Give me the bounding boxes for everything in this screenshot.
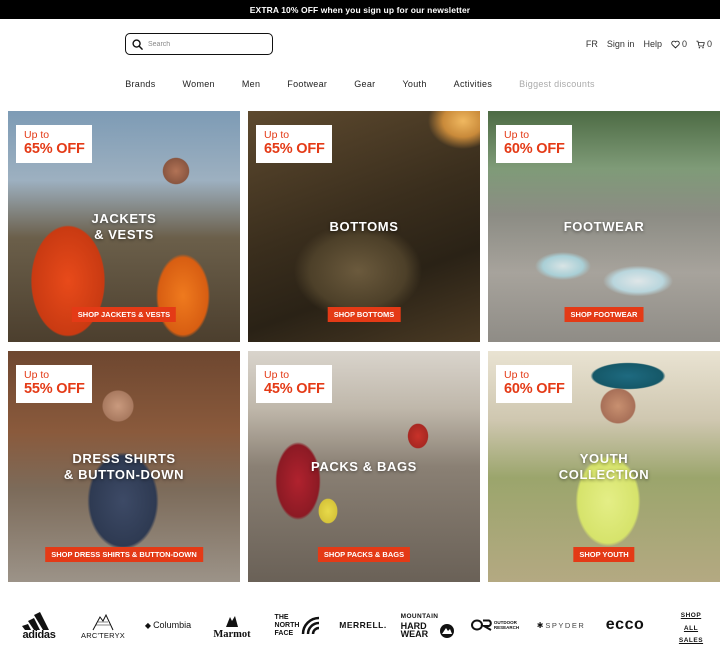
north-face-arc-icon bbox=[302, 616, 320, 635]
discount-badge: Up to 65% OFF bbox=[16, 125, 92, 163]
shop-packs-bags-button[interactable]: SHOP PACKS & BAGS bbox=[317, 547, 411, 562]
cart-count: 0 bbox=[706, 39, 712, 49]
wishlist-button[interactable]: 0 bbox=[671, 39, 687, 49]
discount-badge: Up to 55% OFF bbox=[16, 365, 92, 403]
nav-youth[interactable]: Youth bbox=[389, 79, 440, 89]
nav-gear[interactable]: Gear bbox=[341, 79, 389, 89]
brand-mountain-hardwear[interactable]: MOUNTAIN HARD WEAR bbox=[400, 608, 456, 644]
search-input[interactable] bbox=[148, 40, 258, 48]
tile-title: YOUTH COLLECTION bbox=[558, 451, 650, 482]
nav-biggest-discounts[interactable]: Biggest discounts bbox=[506, 79, 609, 89]
brand-outdoor-research[interactable]: OUTDOOR RESEARCH bbox=[466, 614, 524, 636]
spider-icon: ✱ bbox=[536, 620, 544, 630]
cart-icon bbox=[696, 40, 705, 48]
tile-title: DRESS SHIRTS & BUTTON-DOWN bbox=[63, 451, 185, 482]
shop-jackets-button[interactable]: SHOP JACKETS & VESTS bbox=[71, 307, 177, 322]
tile-title: JACKETS & VESTS bbox=[91, 211, 157, 242]
shop-dress-shirts-button[interactable]: SHOP DRESS SHIRTS & BUTTON-DOWN bbox=[45, 547, 203, 562]
tile-packs-bags[interactable]: Up to 45% OFF PACKS & BAGS SHOP PACKS & … bbox=[248, 351, 480, 582]
arcteryx-logo-icon bbox=[92, 613, 114, 630]
tile-bottoms[interactable]: Up to 65% OFF BOTTOMS SHOP BOTTOMS bbox=[248, 111, 480, 342]
marmot-logo-icon bbox=[226, 615, 238, 627]
tile-title: PACKS & BAGS bbox=[311, 459, 417, 474]
shop-youth-button[interactable]: SHOP YOUTH bbox=[573, 547, 635, 562]
brand-columbia[interactable]: ◆ Columbia bbox=[140, 616, 196, 634]
tile-youth[interactable]: Up to 60% OFF YOUTH COLLECTION SHOP YOUTH bbox=[488, 351, 720, 582]
tile-jackets-vests[interactable]: Up to 65% OFF JACKETS & VESTS SHOP JACKET… bbox=[8, 111, 240, 342]
tile-dress-shirts[interactable]: Up to 55% OFF DRESS SHIRTS & BUTTON-DOWN … bbox=[8, 351, 240, 582]
heart-icon bbox=[671, 40, 680, 49]
shop-bottoms-button[interactable]: SHOP BOTTOMS bbox=[327, 307, 401, 322]
brand-marmot[interactable]: Marmot bbox=[206, 608, 258, 644]
hardwear-logo-icon bbox=[440, 624, 455, 638]
brand-adidas[interactable]: adidas bbox=[14, 608, 64, 644]
nav-women[interactable]: Women bbox=[169, 79, 228, 89]
tile-title: BOTTOMS bbox=[329, 219, 399, 234]
shop-all-sales-link[interactable]: SHOP ALL SALES bbox=[672, 610, 710, 648]
tile-title: FOOTWEAR bbox=[563, 219, 645, 234]
cart-button[interactable]: 0 bbox=[696, 39, 712, 49]
tile-footwear[interactable]: Up to 60% OFF FOOTWEAR SHOP FOOTWEAR bbox=[488, 111, 720, 342]
discount-badge: Up to 65% OFF bbox=[256, 125, 332, 163]
nav-men[interactable]: Men bbox=[228, 79, 273, 89]
brand-arcteryx[interactable]: ARC'TERYX bbox=[76, 608, 130, 644]
nav-activities[interactable]: Activities bbox=[440, 79, 506, 89]
columbia-diamond-icon: ◆ bbox=[144, 620, 152, 630]
utility-nav: FR Sign in Help 0 0 bbox=[586, 39, 712, 49]
discount-badge: Up to 45% OFF bbox=[256, 365, 332, 403]
outdoor-research-logo-icon bbox=[470, 619, 492, 631]
search-icon bbox=[132, 38, 143, 50]
wishlist-count: 0 bbox=[681, 39, 687, 49]
main-nav: Brands Women Men Footwear Gear Youth Act… bbox=[0, 79, 720, 89]
nav-footwear[interactable]: Footwear bbox=[274, 79, 341, 89]
nav-brands[interactable]: Brands bbox=[112, 79, 169, 89]
promo-text: EXTRA 10% OFF when you sign up for our n… bbox=[249, 4, 471, 15]
discount-badge: Up to 60% OFF bbox=[496, 125, 572, 163]
help-link[interactable]: Help bbox=[643, 39, 662, 49]
discount-badge: Up to 60% OFF bbox=[496, 365, 572, 403]
brand-strip: adidas ARC'TERYX ◆ Columbia Marmot THE NO… bbox=[0, 606, 720, 646]
search-bar[interactable] bbox=[125, 33, 273, 55]
signin-link[interactable]: Sign in bbox=[607, 39, 635, 49]
promo-banner[interactable]: EXTRA 10% OFF when you sign up for our n… bbox=[0, 0, 720, 19]
brand-merrell[interactable]: MERRELL. bbox=[334, 616, 392, 634]
brand-the-north-face[interactable]: THE NORTH FACE bbox=[270, 610, 326, 642]
adidas-logo-icon bbox=[22, 611, 49, 630]
shop-footwear-button[interactable]: SHOP FOOTWEAR bbox=[564, 307, 644, 322]
brand-ecco[interactable]: ecco bbox=[596, 612, 654, 638]
brand-spyder[interactable]: ✱ SPYDER bbox=[532, 616, 590, 634]
language-toggle[interactable]: FR bbox=[586, 39, 598, 49]
